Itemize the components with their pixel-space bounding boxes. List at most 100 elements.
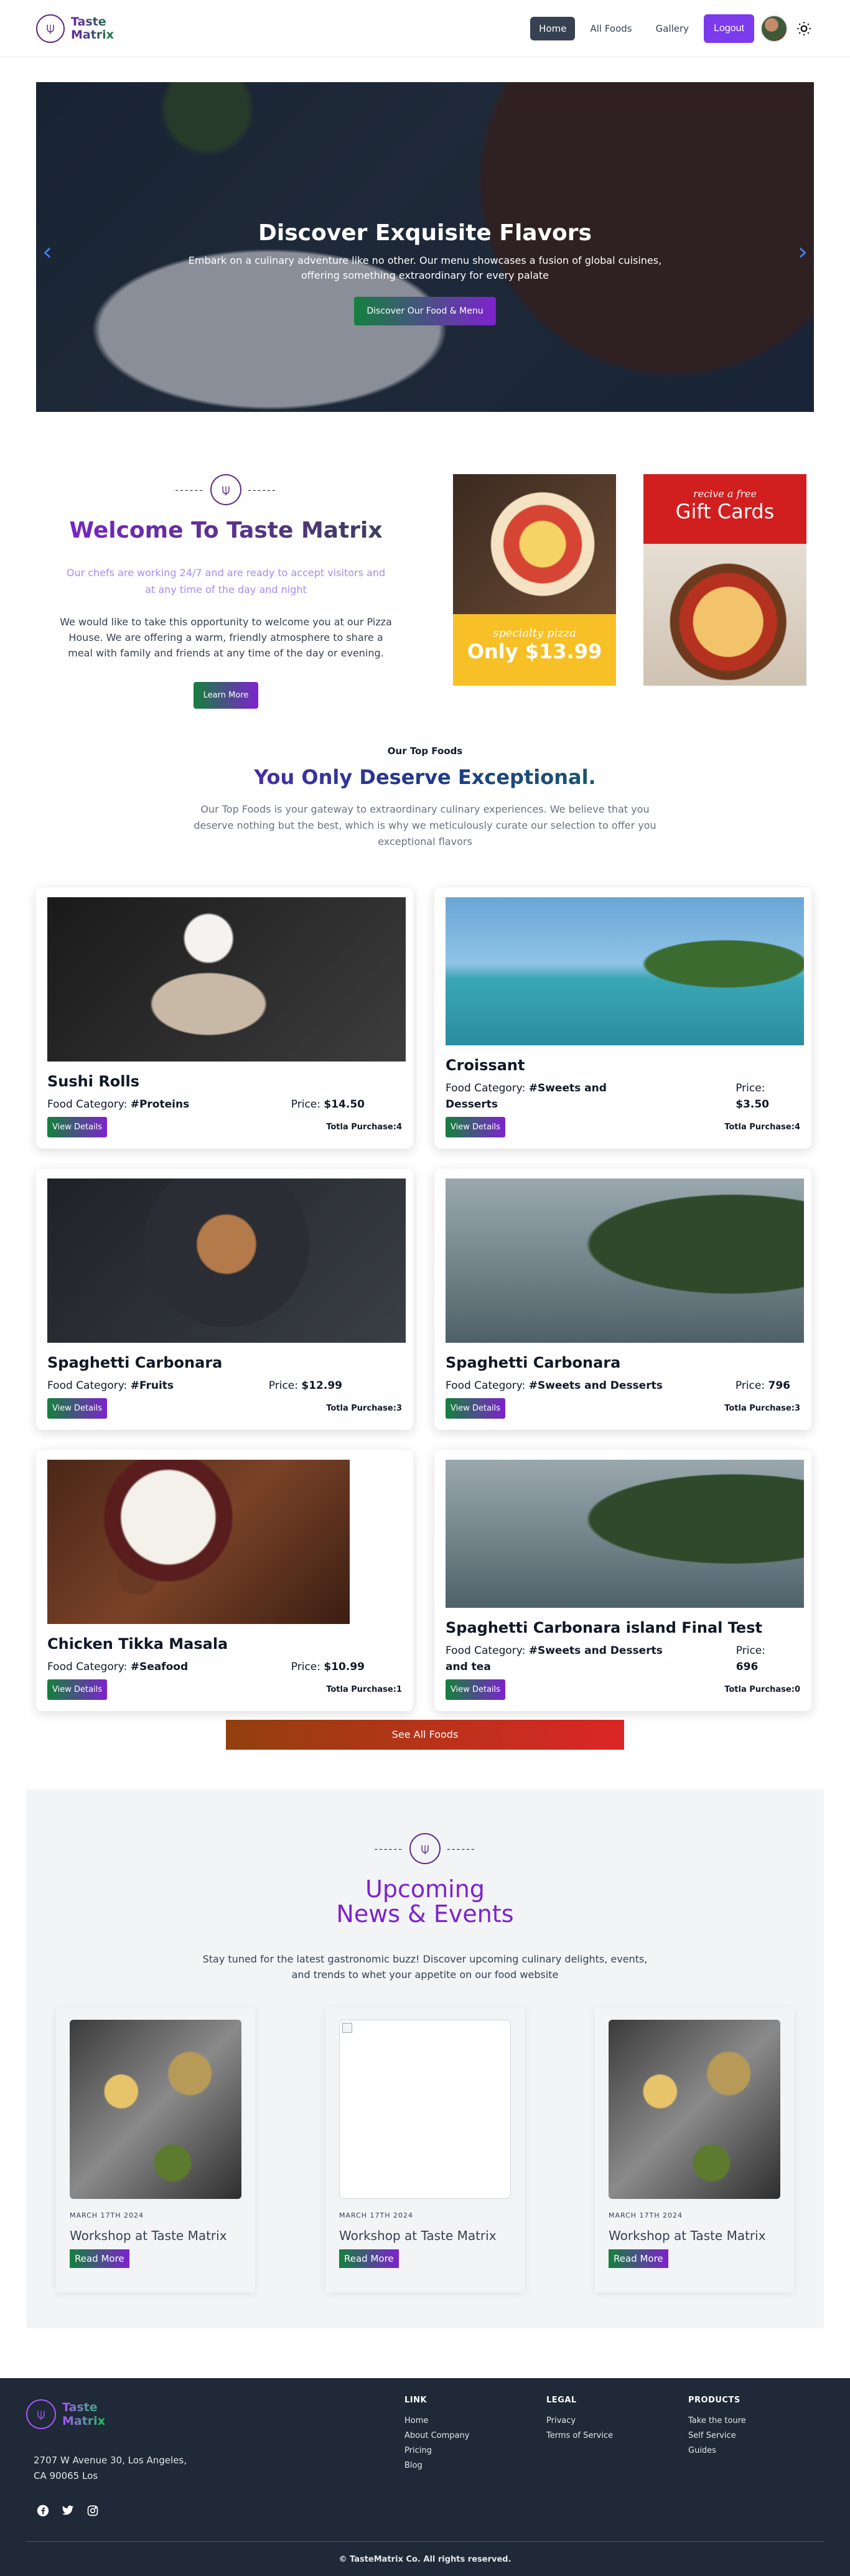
discover-menu-button[interactable]: Discover Our Food & Menu	[354, 297, 496, 325]
category-prefix: Food Category:	[446, 1645, 529, 1657]
footer-link-guides[interactable]: Guides	[688, 2443, 746, 2458]
brand-line-1: Taste	[71, 14, 106, 29]
footer-address: 2707 W Avenue 30, Los Angeles, CA 90065 …	[34, 2453, 187, 2484]
food-actions: View Details Totla Purchase:1	[47, 1679, 402, 1700]
divider-line-right: ------	[248, 483, 277, 496]
footer-column-title: PRODUCTS	[688, 2396, 740, 2405]
facebook-icon[interactable]	[36, 2504, 50, 2518]
footer: ⍦ Taste Matrix 2707 W Avenue 30, Los Ang…	[0, 2378, 850, 2576]
nav-menu: Home All Foods Gallery Logout	[530, 14, 814, 43]
events-title-line-1: Upcoming	[365, 1875, 485, 1903]
footer-column-products: PRODUCTS Take the toure Self Service Gui…	[688, 2396, 746, 2458]
hero-content: Discover Exquisite Flavors Embark on a c…	[36, 220, 814, 325]
top-foods-label: Our Top Foods	[387, 745, 463, 757]
food-price: Price: $3.50	[736, 1080, 769, 1113]
broken-image-icon	[342, 2023, 352, 2033]
footer-link-pricing[interactable]: Pricing	[404, 2443, 469, 2458]
food-image	[47, 1178, 406, 1343]
food-meta: Food Category: #Sweets and Desserts Pric…	[446, 1378, 800, 1394]
food-name: Croissant	[446, 1057, 525, 1074]
see-all-wrap: See All Foods	[0, 1720, 850, 1750]
copyright: © TasteMatrix Co. All rights reserved.	[339, 2555, 511, 2564]
food-grid: Sushi Rolls Food Category: #Proteins Pri…	[36, 887, 850, 1711]
total-purchase: Totla Purchase:4	[326, 1122, 402, 1132]
food-name: Spaghetti Carbonara island Final Test	[446, 1619, 762, 1636]
instagram-icon[interactable]	[86, 2504, 100, 2518]
nav-link-all-foods[interactable]: All Foods	[581, 17, 640, 40]
food-meta: Food Category: #Seafood Price: $10.99	[47, 1659, 402, 1675]
food-name: Sushi Rolls	[47, 1073, 140, 1090]
food-name: Spaghetti Carbonara	[446, 1354, 621, 1371]
food-price: Price: 696	[736, 1643, 765, 1675]
price-prefix: Price:	[291, 1661, 324, 1673]
price-prefix: Price:	[736, 1645, 765, 1657]
food-actions: View Details Totla Purchase:3	[446, 1398, 800, 1419]
logout-button[interactable]: Logout	[704, 14, 754, 43]
brand[interactable]: ⍦ Taste Matrix	[36, 14, 114, 43]
footer-link-terms[interactable]: Terms of Service	[546, 2429, 613, 2443]
price-value: $12.99	[301, 1379, 342, 1392]
events-description: Stay tuned for the latest gastronomic bu…	[202, 1953, 648, 1981]
food-card: Spaghetti Carbonara Food Category: #Frui…	[36, 1169, 413, 1430]
read-more-button[interactable]: Read More	[609, 2249, 668, 2268]
hero-title: Discover Exquisite Flavors	[258, 220, 592, 246]
theme-toggle-sun-icon[interactable]	[794, 19, 814, 39]
category-prefix: Food Category:	[446, 1379, 529, 1392]
top-foods-title: You Only Deserve Exceptional.	[0, 765, 850, 789]
price-prefix: Price:	[291, 1098, 324, 1111]
nav-link-gallery[interactable]: Gallery	[647, 17, 698, 40]
view-details-button[interactable]: View Details	[446, 1117, 506, 1137]
welcome-title: Welcome To Taste Matrix	[36, 518, 416, 543]
food-category: Food Category: #Fruits	[47, 1378, 174, 1394]
event-image	[609, 2020, 780, 2199]
category-prefix: Food Category:	[446, 1082, 529, 1094]
gift-card-banner: recive a free Gift Cards	[643, 474, 806, 544]
food-meta: Food Category: #Proteins Price: $14.50	[47, 1096, 402, 1113]
event-date: MARCH 17TH 2024	[70, 2211, 144, 2219]
learn-more-button[interactable]: Learn More	[193, 682, 259, 709]
avatar[interactable]	[760, 14, 788, 42]
welcome-section: ------ ⍦ ------ Welcome To Taste Matrix …	[36, 474, 814, 709]
view-details-button[interactable]: View Details	[47, 1679, 108, 1700]
food-image	[446, 1460, 804, 1608]
price-prefix: Price:	[735, 1379, 768, 1392]
event-title: Workshop at Taste Matrix	[339, 2228, 497, 2243]
view-details-button[interactable]: View Details	[446, 1398, 506, 1419]
view-details-button[interactable]: View Details	[47, 1117, 108, 1137]
footer-link-self-service[interactable]: Self Service	[688, 2429, 746, 2443]
category-value: #Fruits	[130, 1379, 174, 1392]
footer-brand[interactable]: ⍦ Taste Matrix	[26, 2399, 105, 2429]
nav-link-home[interactable]: Home	[530, 16, 576, 40]
gift-title: Gift Cards	[675, 500, 775, 523]
food-category: Food Category: #Seafood	[47, 1659, 188, 1675]
address-line-2: CA 90065 Los	[34, 2470, 98, 2481]
footer-link-privacy[interactable]: Privacy	[546, 2414, 613, 2429]
food-price: Price: $14.50	[291, 1096, 365, 1113]
divider-line-left: ------	[374, 1842, 403, 1855]
footer-link-home[interactable]: Home	[404, 2414, 469, 2429]
total-purchase: Totla Purchase:3	[724, 1404, 800, 1413]
footer-link-blog[interactable]: Blog	[404, 2458, 469, 2473]
view-details-button[interactable]: View Details	[47, 1398, 108, 1419]
total-purchase: Totla Purchase:3	[326, 1404, 402, 1413]
event-date: MARCH 17TH 2024	[339, 2211, 414, 2219]
event-card: MARCH 17TH 2024 Workshop at Taste Matrix…	[595, 2007, 794, 2292]
total-purchase: Totla Purchase:1	[326, 1685, 402, 1694]
read-more-button[interactable]: Read More	[70, 2249, 129, 2268]
navbar: ⍦ Taste Matrix Home All Foods Gallery Lo…	[0, 0, 850, 57]
category-prefix: Food Category:	[47, 1661, 131, 1673]
food-meta: Food Category: #Fruits Price: $12.99	[47, 1378, 402, 1394]
twitter-icon[interactable]	[61, 2504, 75, 2518]
read-more-button[interactable]: Read More	[339, 2249, 399, 2268]
see-all-foods-button[interactable]: See All Foods	[226, 1720, 624, 1750]
top-foods-description: Our Top Foods is your gateway to extraor…	[194, 803, 656, 847]
view-details-button[interactable]: View Details	[446, 1679, 506, 1700]
brand-logo-icon: ⍦	[36, 14, 65, 43]
food-name: Spaghetti Carbonara	[47, 1354, 223, 1371]
event-date: MARCH 17TH 2024	[609, 2211, 683, 2219]
event-cards: MARCH 17TH 2024 Workshop at Taste Matrix…	[26, 2007, 824, 2292]
footer-link-about[interactable]: About Company	[404, 2429, 469, 2443]
food-category: Food Category: #Sweets and Desserts and …	[446, 1643, 670, 1675]
footer-link-tour[interactable]: Take the toure	[688, 2414, 746, 2429]
pizza-promo-image	[453, 474, 616, 614]
